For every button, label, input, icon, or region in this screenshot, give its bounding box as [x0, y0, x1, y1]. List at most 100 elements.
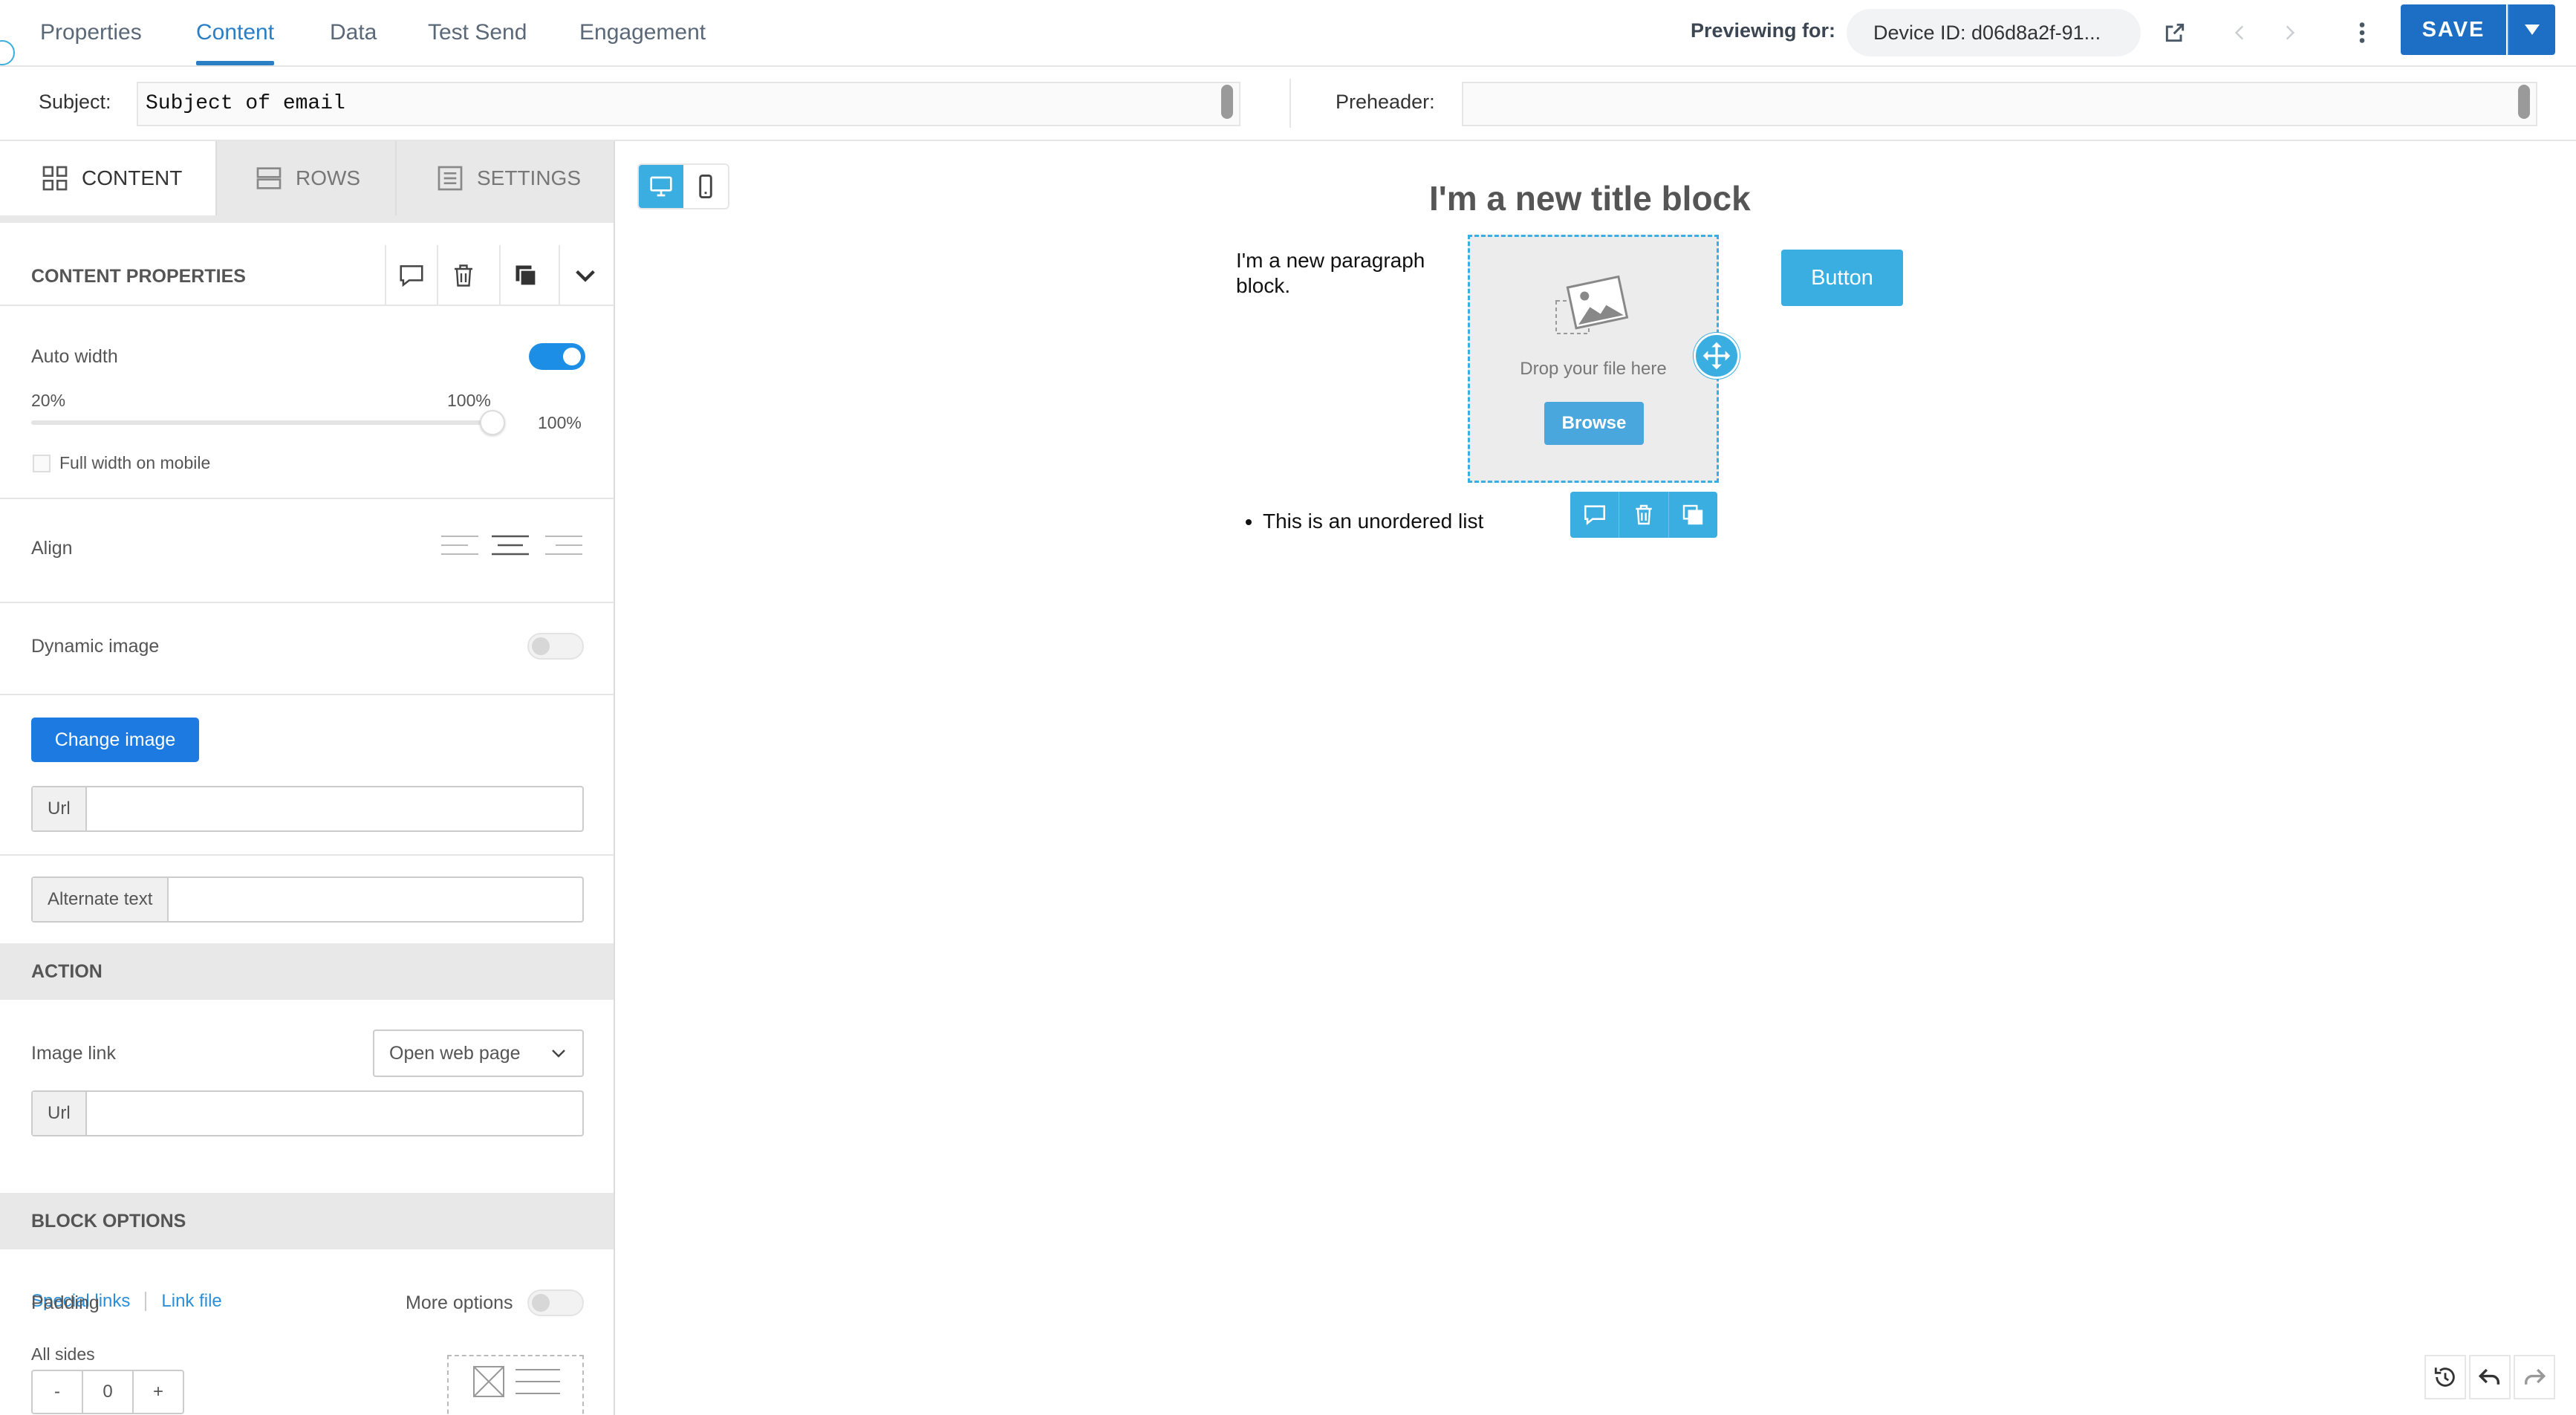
- redo-icon[interactable]: [2514, 1355, 2555, 1399]
- full-width-mobile-label: Full width on mobile: [59, 453, 211, 472]
- subject-label: Subject:: [39, 91, 111, 113]
- image-placeholder-icon: [1555, 275, 1629, 334]
- subject-scrollbar[interactable]: [1221, 85, 1233, 119]
- alt-text-input[interactable]: [169, 878, 582, 921]
- padding-decrement-button[interactable]: -: [33, 1371, 82, 1413]
- block-comment-icon[interactable]: [1570, 492, 1619, 538]
- align-center-icon[interactable]: [490, 532, 530, 562]
- tab-properties[interactable]: Properties: [40, 0, 142, 65]
- preheader-input[interactable]: [1462, 82, 2537, 126]
- tab-data[interactable]: Data: [330, 0, 377, 65]
- padding-label: Padding: [31, 1292, 100, 1313]
- mobile-icon[interactable]: [683, 165, 728, 208]
- email-list-block[interactable]: This is an unordered list: [1245, 510, 1483, 533]
- block-options-section-header: BLOCK OPTIONS: [0, 1193, 614, 1249]
- panel-tabs: CONTENT ROWS SETTINGS: [0, 141, 614, 215]
- block-trash-icon[interactable]: [1619, 492, 1669, 538]
- align-label: Align: [31, 538, 73, 559]
- link-file-link[interactable]: Link file: [161, 1291, 221, 1312]
- divider: [0, 498, 614, 499]
- caret-down-icon: [2525, 25, 2540, 35]
- trash-icon[interactable]: [437, 245, 489, 306]
- more-options-toggle[interactable]: [527, 1289, 584, 1316]
- link-separator: [145, 1292, 147, 1311]
- device-selector[interactable]: Device ID: d06d8a2f-91...: [1847, 9, 2141, 56]
- chevron-left-icon[interactable]: [2219, 12, 2261, 53]
- row-divider: [1289, 79, 1291, 128]
- block-duplicate-icon[interactable]: [1669, 492, 1717, 538]
- save-button[interactable]: SAVE: [2401, 4, 2506, 55]
- email-title-block[interactable]: I'm a new title block: [1429, 178, 1751, 218]
- undo-icon[interactable]: [2469, 1355, 2511, 1399]
- tab-content-panel[interactable]: CONTENT: [0, 141, 217, 215]
- tab-settings-panel-label: SETTINGS: [477, 166, 582, 189]
- list-item: This is an unordered list: [1263, 510, 1483, 533]
- dynamic-image-label: Dynamic image: [31, 636, 160, 657]
- panel-separator: [0, 215, 614, 223]
- padding-stepper[interactable]: - 0 +: [31, 1370, 184, 1414]
- save-options-button[interactable]: [2508, 4, 2555, 55]
- block-toolbar: [1570, 492, 1717, 538]
- padding-value[interactable]: 0: [82, 1371, 132, 1413]
- auto-width-toggle[interactable]: [529, 343, 585, 370]
- chevron-right-icon[interactable]: [2268, 12, 2310, 53]
- top-navigation: Properties Content Data Test Send Engage…: [0, 0, 2576, 67]
- tab-test-send[interactable]: Test Send: [428, 0, 527, 65]
- email-image-block[interactable]: Drop your file here Browse: [1468, 235, 1719, 483]
- alt-text-addon: Alternate text: [33, 878, 169, 921]
- tab-settings-panel[interactable]: SETTINGS: [397, 141, 614, 215]
- change-image-button[interactable]: Change image: [31, 718, 199, 762]
- action-section-title: ACTION: [31, 961, 103, 982]
- slider-max-label: 100%: [447, 391, 491, 410]
- history-icon[interactable]: [2424, 1355, 2466, 1399]
- auto-width-label: Auto width: [31, 346, 118, 367]
- tab-content[interactable]: Content: [196, 0, 275, 65]
- image-link-select[interactable]: Open web page: [373, 1029, 584, 1077]
- email-paragraph-block[interactable]: I'm a new paragraph block.: [1236, 248, 1451, 299]
- align-right-icon[interactable]: [544, 532, 584, 562]
- properties-panel: CONTENT ROWS SETTINGS CONTENT PROPERTIES…: [0, 141, 615, 1415]
- desktop-icon[interactable]: [639, 165, 683, 208]
- link-url-field[interactable]: Url: [31, 1090, 584, 1136]
- previewing-for-label: Previewing for:: [1691, 19, 1836, 42]
- tab-rows-panel[interactable]: ROWS: [217, 141, 397, 215]
- image-link-label: Image link: [31, 1043, 116, 1064]
- link-url-addon: Url: [33, 1092, 87, 1135]
- tab-content-panel-label: CONTENT: [82, 166, 183, 189]
- grid-icon: [42, 166, 68, 191]
- block-options-section-title: BLOCK OPTIONS: [31, 1211, 186, 1232]
- slider-value: 100%: [538, 413, 582, 432]
- subject-input[interactable]: Subject of email: [137, 82, 1240, 126]
- divider: [0, 854, 614, 856]
- content-properties-title: CONTENT PROPERTIES: [31, 266, 246, 287]
- more-options-label: More options: [406, 1292, 513, 1313]
- move-handle-icon[interactable]: [1694, 333, 1740, 379]
- url-addon: Url: [33, 787, 87, 830]
- all-sides-label: All sides: [31, 1344, 95, 1364]
- image-url-field[interactable]: Url: [31, 786, 584, 832]
- padding-increment-button[interactable]: +: [132, 1371, 183, 1413]
- divider: [0, 694, 614, 695]
- tab-engagement[interactable]: Engagement: [579, 0, 706, 65]
- width-slider-track[interactable]: [31, 420, 493, 425]
- width-slider-handle[interactable]: [480, 410, 505, 435]
- alt-text-field[interactable]: Alternate text: [31, 876, 584, 923]
- browse-button[interactable]: Browse: [1544, 402, 1644, 445]
- dynamic-image-toggle[interactable]: [527, 633, 584, 660]
- link-url-input[interactable]: [87, 1092, 582, 1135]
- comment-icon[interactable]: [385, 245, 437, 306]
- view-mode-toggle: [637, 163, 729, 209]
- content-properties-header: CONTENT PROPERTIES: [0, 245, 614, 306]
- image-link-selected: Open web page: [389, 1043, 521, 1064]
- external-link-icon[interactable]: [2154, 12, 2196, 53]
- kebab-menu-icon[interactable]: [2341, 12, 2383, 53]
- collapse-chevron-icon[interactable]: [559, 245, 611, 306]
- padding-preview-icon: [447, 1355, 584, 1415]
- email-button-block[interactable]: Button: [1781, 250, 1903, 306]
- align-left-icon[interactable]: [440, 532, 480, 562]
- image-url-input[interactable]: [87, 787, 582, 830]
- preheader-scrollbar[interactable]: [2518, 85, 2530, 119]
- duplicate-icon[interactable]: [499, 245, 551, 306]
- chevron-down-icon: [552, 1050, 565, 1058]
- full-width-mobile-checkbox[interactable]: [33, 455, 51, 472]
